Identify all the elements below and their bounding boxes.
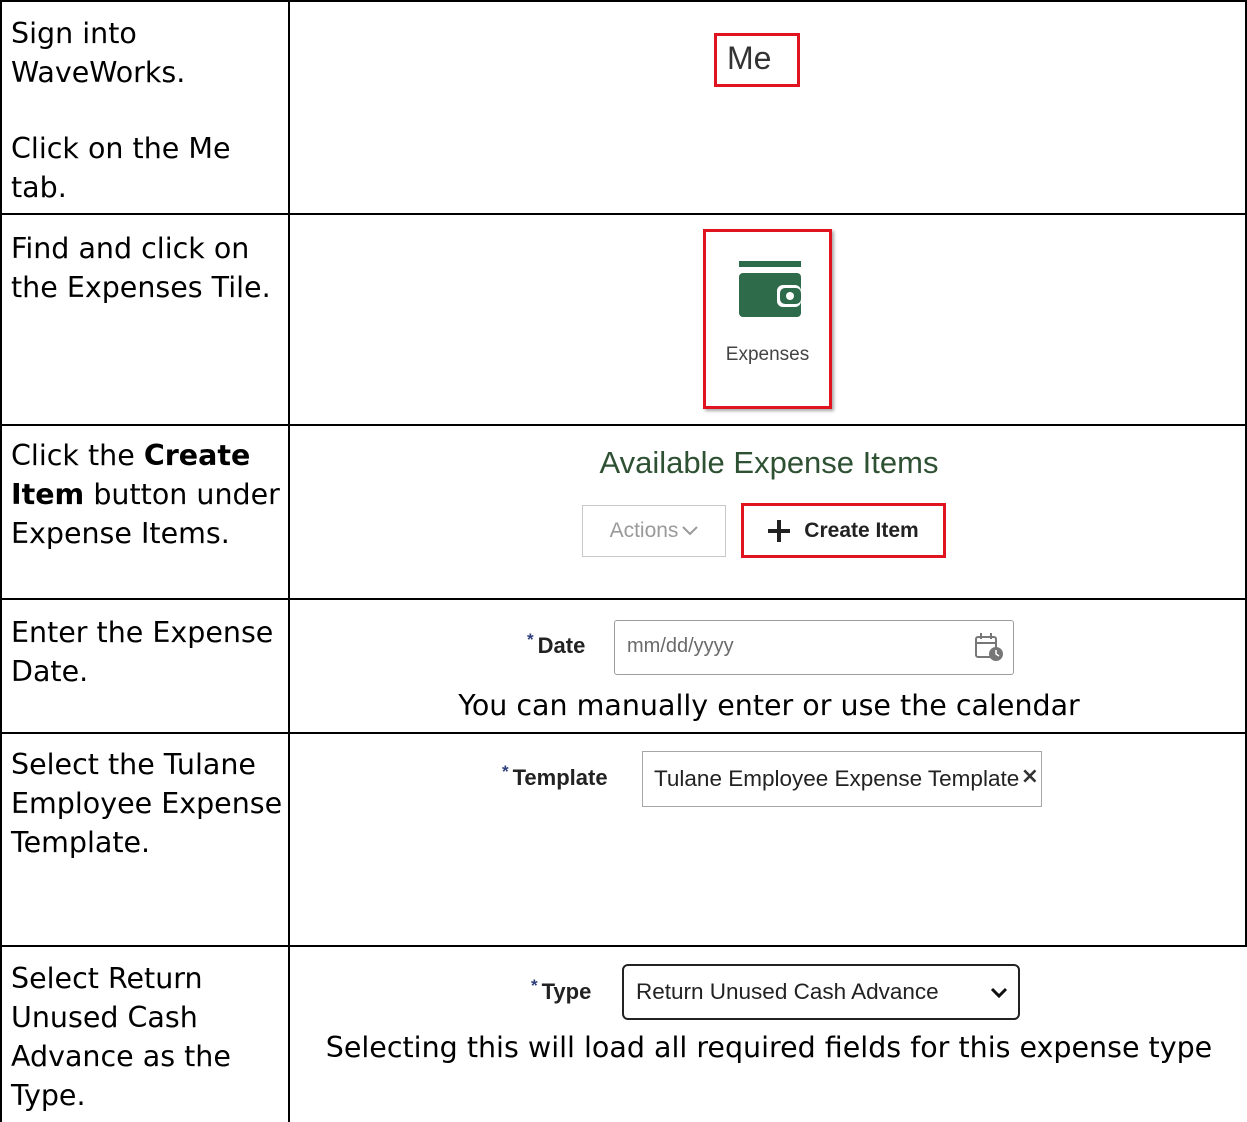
- section-title: Available Expense Items: [599, 445, 939, 480]
- row-divider: [0, 598, 1247, 600]
- step-text: Click the: [11, 439, 144, 472]
- column-divider: [288, 0, 290, 1122]
- actions-label: Actions: [609, 519, 679, 542]
- chevron-down-icon: [682, 526, 699, 536]
- step-2-instruction: Find and click on the Expenses Tile.: [11, 232, 271, 304]
- calendar-icon[interactable]: [973, 631, 1005, 663]
- table-border-top: [0, 0, 1247, 2]
- row-divider: [0, 732, 1247, 734]
- date-field[interactable]: mm/dd/yyyy: [614, 620, 1014, 675]
- date-caption: You can manually enter or use the calend…: [458, 689, 1080, 722]
- row-divider: [0, 945, 1247, 947]
- me-tab[interactable]: Me: [727, 38, 771, 78]
- template-label-text: Template: [512, 765, 608, 790]
- wallet-icon: [739, 261, 801, 317]
- required-marker: *: [531, 976, 538, 995]
- template-label: * Template: [502, 762, 608, 791]
- step-text: Sign into WaveWorks.: [11, 17, 186, 89]
- date-label-text: Date: [537, 633, 586, 658]
- chevron-down-icon: [990, 987, 1008, 999]
- type-select[interactable]: Return Unused Cash Advance: [622, 964, 1020, 1020]
- date-placeholder: mm/dd/yyyy: [627, 635, 734, 657]
- expenses-tile[interactable]: [703, 229, 832, 409]
- step-3-instruction: Click the Create Item button under Expen…: [11, 436, 283, 553]
- step-6-instruction: Select Return Unused Cash Advance as the…: [11, 962, 231, 1112]
- date-label: * Date: [527, 630, 586, 659]
- required-marker: *: [527, 630, 534, 649]
- required-marker: *: [502, 762, 509, 781]
- type-value: Return Unused Cash Advance: [636, 979, 939, 1004]
- table-border-left: [0, 0, 2, 1122]
- type-caption: Selecting this will load all required fi…: [325, 1031, 1213, 1064]
- template-value: Tulane Employee Expense Template: [654, 766, 1020, 791]
- step-text: Click on the Me tab.: [11, 132, 231, 204]
- template-field[interactable]: Tulane Employee Expense Template ×: [642, 751, 1042, 807]
- step-5-instruction: Select the Tulane Employee Expense Templ…: [11, 748, 283, 859]
- step-1-instruction: Sign into WaveWorks. Click on the Me tab…: [11, 14, 283, 207]
- row-divider: [0, 424, 1247, 426]
- type-label-text: Type: [541, 979, 592, 1004]
- create-item-label: Create Item: [804, 518, 919, 542]
- expenses-tile-label: Expenses: [725, 344, 810, 365]
- clear-icon[interactable]: ×: [1020, 764, 1039, 789]
- step-4-instruction: Enter the Expense Date.: [11, 616, 274, 688]
- actions-button[interactable]: Actions: [582, 505, 726, 557]
- plus-icon: [768, 519, 791, 542]
- create-item-button[interactable]: Create Item: [741, 503, 946, 558]
- row-divider: [0, 213, 1247, 215]
- type-label: * Type: [531, 976, 592, 1005]
